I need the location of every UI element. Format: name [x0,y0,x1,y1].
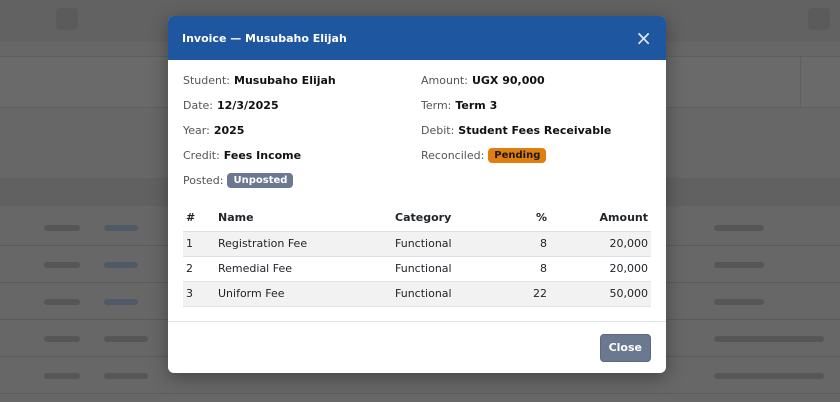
detail-label: Date: [183,99,213,112]
detail-label: Credit: [183,149,220,162]
detail-debit: Debit: Student Fees Receivable [421,122,651,139]
detail-year: Year: 2025 [183,122,421,139]
modal-body: Student: Musubaho Elijah Amount: UGX 90,… [168,60,666,307]
invoice-details: Student: Musubaho Elijah Amount: UGX 90,… [183,72,651,189]
detail-label: Debit: [421,124,455,137]
detail-value: UGX 90,000 [471,74,545,87]
cell-percent: 8 [512,231,550,257]
cell-name: Registration Fee [215,231,392,257]
posted-status-badge: Unposted [227,173,294,188]
detail-label: Posted: [183,174,224,187]
cell-percent: 22 [512,281,550,307]
detail-value: Fees Income [223,149,302,162]
close-icon[interactable]: × [635,28,652,48]
column-header-name: Name [215,205,392,232]
close-button[interactable]: Close [599,333,651,362]
cell-name: Uniform Fee [215,281,392,307]
cell-num: 1 [183,231,215,257]
detail-value: Musubaho Elijah [234,74,336,87]
detail-value: 12/3/2025 [217,99,279,112]
fee-items-table: # Name Category % Amount 1 Registration … [183,205,651,307]
modal-footer: Close [168,321,666,373]
modal-title: Invoice — Musubaho Elijah [182,31,347,45]
detail-label: Term: [421,99,452,112]
detail-reconciled: Reconciled: Pending [421,147,651,164]
detail-credit: Credit: Fees Income [183,147,421,164]
cell-num: 2 [183,256,215,282]
column-header-category: Category [392,205,512,232]
table-row: 3 Uniform Fee Functional 22 50,000 [183,281,651,307]
detail-label: Year: [183,124,210,137]
detail-date: Date: 12/3/2025 [183,97,421,114]
cell-category: Functional [392,256,512,282]
table-row: 2 Remedial Fee Functional 8 20,000 [183,256,651,282]
cell-percent: 8 [512,256,550,282]
detail-label: Reconciled: [421,149,485,162]
detail-term: Term: Term 3 [421,97,651,114]
detail-label: Student: [183,74,231,87]
cell-amount: 50,000 [550,281,651,307]
column-header-amount: Amount [550,205,651,232]
invoice-modal: Invoice — Musubaho Elijah × Student: Mus… [168,16,666,373]
cell-name: Remedial Fee [215,256,392,282]
column-header-num: # [183,205,215,232]
detail-value: 2025 [213,124,245,137]
detail-amount: Amount: UGX 90,000 [421,72,651,89]
detail-posted: Posted: Unposted [183,172,421,189]
cell-amount: 20,000 [550,231,651,257]
reconciled-status-badge: Pending [488,148,547,163]
table-row: 1 Registration Fee Functional 8 20,000 [183,231,651,257]
detail-student: Student: Musubaho Elijah [183,72,421,89]
detail-value: Student Fees Receivable [458,124,612,137]
cell-num: 3 [183,281,215,307]
detail-label: Amount: [421,74,468,87]
cell-amount: 20,000 [550,256,651,282]
modal-header: Invoice — Musubaho Elijah × [168,16,666,60]
cell-category: Functional [392,231,512,257]
cell-category: Functional [392,281,512,307]
detail-value: Term 3 [455,99,498,112]
column-header-percent: % [512,205,550,232]
table-header-row: # Name Category % Amount [183,205,651,232]
